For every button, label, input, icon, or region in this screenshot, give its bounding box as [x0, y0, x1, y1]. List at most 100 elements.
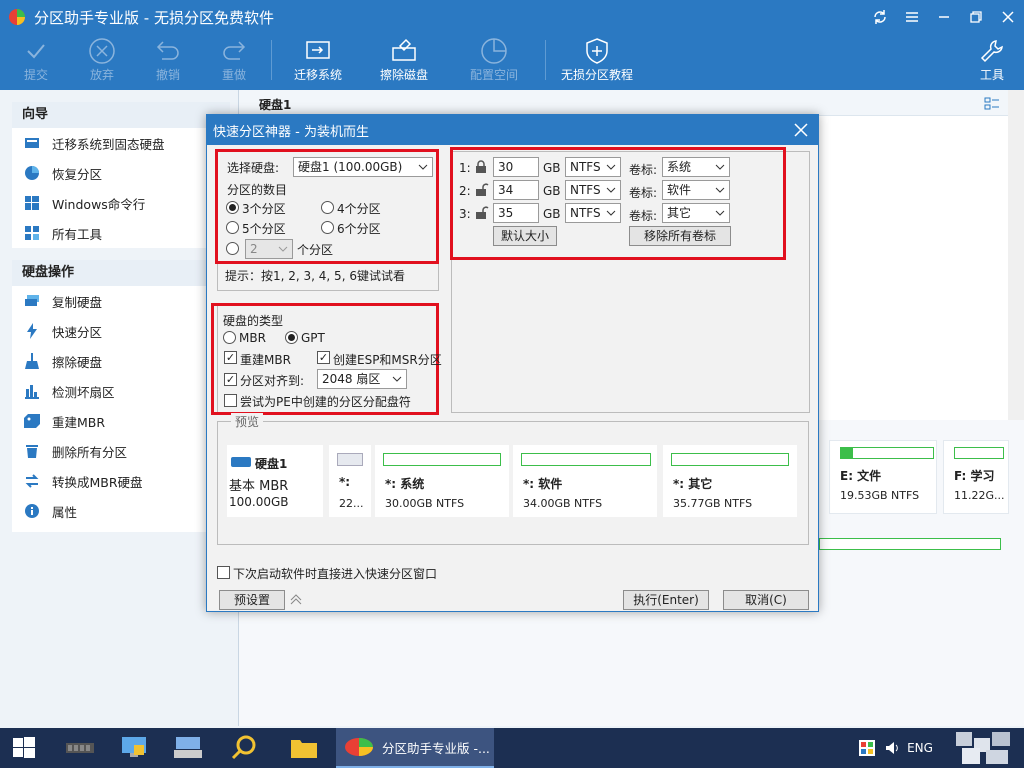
sidebar-item-wipe-disk[interactable]: 擦除硬盘 — [12, 346, 230, 376]
cancel-button[interactable]: 取消(C) — [723, 590, 809, 610]
shield-icon — [584, 36, 610, 66]
recover-partition-icon — [24, 165, 40, 181]
discard-button[interactable]: 放弃 — [84, 36, 120, 88]
radio-mbr[interactable] — [223, 331, 236, 344]
partition-2-size-input[interactable]: 34 — [493, 180, 539, 200]
taskbar-memory-icon[interactable] — [58, 728, 102, 768]
execute-button[interactable]: 执行(Enter) — [623, 590, 709, 610]
sidebar-item-all-tools[interactable]: 所有工具 — [12, 218, 230, 248]
commit-button[interactable]: 提交 — [18, 36, 54, 88]
chevron-down-icon — [605, 158, 617, 176]
quick-partition-dialog: 快速分区神器 - 为装机而生 选择硬盘: 硬盘1 (100.00GB) 分区的数… — [206, 114, 819, 612]
sidebar-item-properties[interactable]: 属性 — [12, 496, 230, 526]
eraser-disk-icon — [390, 36, 418, 66]
partition-1-size-input[interactable]: 30 — [493, 157, 539, 177]
redo-button[interactable]: 重做 — [216, 36, 252, 88]
select-disk-label: 选择硬盘: — [227, 161, 280, 175]
input-method-icon[interactable] — [854, 728, 880, 768]
vertical-scrollbar[interactable] — [1008, 90, 1024, 420]
preset-button[interactable]: 预设置 — [219, 590, 285, 610]
app-logo-icon — [9, 9, 25, 25]
sidebar-item-delete-partitions[interactable]: 删除所有分区 — [12, 436, 230, 466]
menu-icon[interactable] — [896, 0, 928, 34]
remove-labels-button[interactable]: 移除所有卷标 — [629, 226, 731, 246]
sidebar-item-convert-mbr[interactable]: 转换成MBR硬盘 — [12, 466, 230, 496]
sidebar-item-rebuild-mbr[interactable]: 重建MBR — [12, 406, 230, 436]
lock-icon[interactable] — [475, 160, 487, 176]
collapse-up-icon[interactable] — [289, 592, 303, 609]
wizard-section-title: 向导 — [12, 102, 230, 128]
chevron-down-icon — [391, 370, 403, 388]
disk-select[interactable]: 硬盘1 (100.00GB) — [293, 157, 433, 177]
custom-partition-count[interactable]: 2 — [245, 239, 293, 259]
default-size-button[interactable]: 默认大小 — [493, 226, 557, 246]
windows-icon — [24, 195, 40, 211]
partition-1-label-select[interactable]: 系统 — [662, 157, 730, 177]
partition-count-label: 分区的数目 — [227, 183, 288, 197]
taskbar-network-icon[interactable] — [112, 728, 156, 768]
align-select[interactable]: 2048 扇区 — [317, 369, 407, 389]
sidebar-item-recover-partition[interactable]: 恢复分区 — [12, 158, 230, 188]
preview-partition-software[interactable]: *: 软件 34.00GB NTFS — [513, 445, 657, 517]
dialog-close-icon[interactable] — [792, 121, 810, 139]
toolbar: 提交 放弃 撤销 重做 迁移系统 擦除磁盘 配置空间 无损分区教程 工具 — [0, 34, 1024, 90]
radio-5-partitions[interactable] — [226, 221, 239, 234]
allocate-space-button[interactable]: 配置空间 — [466, 36, 522, 88]
radio-4-partitions[interactable] — [321, 201, 334, 214]
start-button[interactable] — [4, 728, 44, 768]
partition-2-fs-select[interactable]: NTFS — [565, 180, 621, 200]
convert-mbr-icon — [24, 473, 40, 489]
startup-checkbox[interactable] — [217, 566, 230, 579]
properties-icon — [24, 503, 40, 519]
chevron-down-icon — [714, 181, 726, 199]
partition-3-size-input[interactable]: 35 — [493, 203, 539, 223]
sidebar-item-copy-disk[interactable]: 复制硬盘 — [12, 286, 230, 316]
preview-partition-other[interactable]: *: 其它 35.77GB NTFS — [663, 445, 797, 517]
maximize-icon[interactable] — [960, 0, 992, 34]
close-icon[interactable] — [992, 0, 1024, 34]
partition-3-label-select[interactable]: 其它 — [662, 203, 730, 223]
migrate-os-button[interactable]: 迁移系统 — [290, 36, 346, 88]
taskbar-folder-icon[interactable] — [282, 728, 326, 768]
preview-disk-map: 硬盘1 基本 MBR 100.00GB *: 22... *: 系统 30.00… — [227, 445, 799, 517]
partition-card-e[interactable]: E: 文件 19.53GB NTFS — [829, 440, 937, 514]
refresh-icon[interactable] — [864, 0, 896, 34]
chevron-down-icon — [714, 204, 726, 222]
partition-2-label-select[interactable]: 软件 — [662, 180, 730, 200]
partition-1-fs-select[interactable]: NTFS — [565, 157, 621, 177]
pe-letter-checkbox[interactable] — [224, 394, 237, 407]
sidebar-item-bad-sector[interactable]: 检测坏扇区 — [12, 376, 230, 406]
radio-6-partitions[interactable] — [321, 221, 334, 234]
tutorial-button[interactable]: 无损分区教程 — [558, 36, 636, 88]
radio-gpt[interactable] — [285, 331, 298, 344]
view-toggle-icon[interactable] — [984, 96, 1000, 112]
create-esp-checkbox[interactable]: ✓ — [317, 351, 330, 364]
wrench-icon — [979, 36, 1005, 66]
unlock-icon[interactable] — [475, 183, 489, 199]
disk-ops-section-title: 硬盘操作 — [12, 260, 230, 286]
sidebar-item-migrate-ssd[interactable]: 迁移系统到固态硬盘 — [12, 128, 230, 158]
partition-3-fs-select[interactable]: NTFS — [565, 203, 621, 223]
radio-custom-partitions[interactable] — [226, 242, 239, 255]
taskbar-keyboard-icon[interactable] — [166, 728, 210, 768]
quick-partition-icon — [24, 323, 40, 339]
chevron-down-icon — [277, 240, 289, 258]
unlock-icon[interactable] — [475, 206, 489, 222]
preview-partition-unallocated[interactable]: *: 22... — [329, 445, 371, 517]
toolbar-separator — [545, 40, 546, 80]
partition-card-f[interactable]: F: 学习 11.22G... — [943, 440, 1009, 514]
taskbar-search-icon[interactable] — [222, 728, 266, 768]
sidebar-item-windows-cmd[interactable]: Windows命令行 — [12, 188, 230, 218]
rebuild-mbr-checkbox[interactable]: ✓ — [224, 351, 237, 364]
tools-button[interactable]: 工具 — [974, 36, 1010, 88]
taskbar-app-partition-assistant[interactable]: 分区助手专业版 -... — [336, 728, 494, 768]
disk-header-label: 硬盘1 — [259, 98, 292, 112]
sidebar-item-quick-partition[interactable]: 快速分区 — [12, 316, 230, 346]
align-checkbox[interactable]: ✓ — [224, 373, 237, 386]
language-indicator[interactable]: ENG — [900, 728, 940, 768]
radio-3-partitions[interactable] — [226, 201, 239, 214]
undo-button[interactable]: 撤销 — [150, 36, 186, 88]
preview-partition-system[interactable]: *: 系统 30.00GB NTFS — [375, 445, 509, 517]
wipe-disk-button[interactable]: 擦除磁盘 — [376, 36, 432, 88]
minimize-icon[interactable] — [928, 0, 960, 34]
